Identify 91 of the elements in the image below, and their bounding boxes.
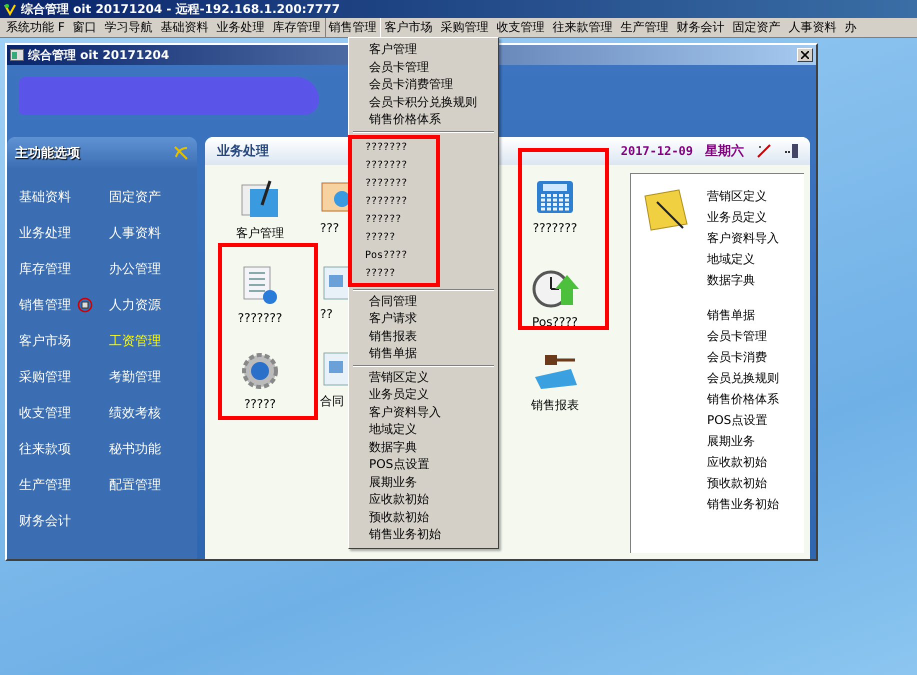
function-link[interactable]: 营销区定义 [707,186,779,207]
shortcut-label[interactable]: Pos???? [532,315,578,329]
function-link[interactable]: 销售单据 [707,305,779,326]
function-link[interactable]: 应收款初始 [707,452,779,473]
sidebar-item[interactable]: 配置管理 [109,476,161,494]
function-link[interactable]: POS点设置 [707,410,779,431]
menu-entry[interactable]: POS点设置 [351,456,496,474]
sidebar-item[interactable]: 业务处理 [19,224,71,242]
panel-title: 业务处理 [217,143,269,160]
menu-entry[interactable]: 数据字典 [351,438,496,456]
function-link[interactable]: 客户资料导入 [707,228,779,249]
menu-item[interactable]: 学习导航 [100,18,157,37]
menu-item[interactable]: 固定资产 [728,18,785,37]
menu-entry[interactable]: ????? [352,228,436,246]
function-link[interactable]: 数据字典 [707,270,779,291]
menu-entry[interactable]: 销售报表 [351,328,496,345]
menu-entry[interactable]: ??????? [352,174,436,192]
shortcut-label[interactable]: 客户管理 [236,225,284,242]
function-link[interactable]: 销售业务初始 [707,494,779,515]
menu-entry[interactable]: 应收款初始 [351,491,496,508]
sidebar-item[interactable]: 绩效考核 [109,404,161,422]
menu-entry[interactable]: ?????? [352,210,436,228]
menu-entry[interactable]: 业务员定义 [351,386,496,404]
function-link[interactable]: 会员兑换规则 [707,368,779,389]
menu-entry[interactable]: 展期业务 [351,474,496,491]
menu-item[interactable]: 库存管理 [268,18,325,37]
menu-item[interactable]: 采购管理 [436,18,493,37]
sidebar-item[interactable]: 生产管理 [19,476,71,494]
shortcut-label[interactable]: ??????? [238,311,282,325]
weekday-text: 星期六 [705,142,744,160]
menu-item[interactable]: 往来款管理 [548,18,617,37]
sidebar-item[interactable]: 往来款项 [19,440,71,458]
menu-entry[interactable]: 客户管理 [351,41,496,58]
inner-window-title: 综合管理 oit 20171204 [28,46,170,64]
menu-item[interactable]: 客户市场 [380,18,437,37]
function-link[interactable]: 会员卡管理 [707,326,779,347]
function-link[interactable]: 业务员定义 [707,207,779,228]
function-link[interactable]: 地域定义 [707,249,779,270]
sidebar-item[interactable]: 工资管理 [109,332,161,350]
shortcut-label[interactable]: 合同 [320,393,344,410]
menu-item[interactable]: 窗口 [68,18,101,37]
menu-item[interactable]: 财务会计 [672,18,729,37]
menu-entry[interactable]: 客户资料导入 [351,404,496,421]
function-link[interactable]: 会员卡消费 [707,347,779,368]
sidebar-item[interactable]: 办公管理 [109,260,161,278]
menu-entry[interactable]: Pos???? [352,246,436,264]
menu-entry[interactable]: 会员卡管理 [351,58,496,76]
menu-item[interactable]: 办 [840,18,861,37]
menu-entry[interactable]: 会员卡积分兑换规则 [351,94,496,111]
sidebar-item[interactable]: 基础资料 [19,188,71,206]
menu-entry[interactable]: 客户请求 [351,310,496,328]
sidebar-item[interactable]: 考勤管理 [109,368,161,386]
menu-entry[interactable]: 销售单据 [351,345,496,362]
sidebar-item[interactable]: 收支管理 [19,404,71,422]
menu-item[interactable]: 收支管理 [492,18,549,37]
menu-entry[interactable]: 地域定义 [351,421,496,438]
shortcut-label[interactable]: ?? [320,307,333,321]
menu-entry[interactable]: 合同管理 [351,292,496,310]
function-link[interactable]: 销售价格体系 [707,389,779,410]
sidebar-item[interactable]: 财务会计 [19,512,71,530]
menu-entry[interactable]: 销售价格体系 [351,111,496,128]
window-title: 综合管理 oit 20171204 - 远程-192.168.1.200:7777 [21,0,340,18]
menu-entry[interactable]: 会员卡消费管理 [351,76,496,94]
menu-entry[interactable]: ??????? [352,138,436,156]
menu-entry[interactable]: ??????? [352,192,436,210]
sidebar-item[interactable]: 固定资产 [109,188,161,206]
sidebar-item[interactable]: 客户市场 [19,332,71,350]
sidebar-item[interactable]: 人事资料 [109,224,161,242]
menu-entry[interactable]: 销售业务初始 [351,526,496,544]
menu-item[interactable]: 系统功能 F [2,18,69,37]
shortcut-label[interactable]: 销售报表 [531,397,579,414]
date-text: 2017-12-09 [620,144,693,158]
menu-item[interactable]: 基础资料 [156,18,213,37]
sidebar-item[interactable]: 人力资源 [109,296,161,314]
menu-entry[interactable]: 营销区定义 [351,368,496,386]
menu-entry[interactable]: ????? [352,264,436,282]
sidebar-title: 主功能选项 [15,144,80,162]
menu-item[interactable]: 业务处理 [212,18,269,37]
menu-item[interactable]: 生产管理 [616,18,673,37]
menu-entry[interactable]: 预收款初始 [351,508,496,526]
sidebar-item[interactable]: 秘书功能 [109,440,161,458]
shortcut-label[interactable]: ??????? [532,221,578,235]
menu-item[interactable]: 人事资料 [784,18,841,37]
sidebar-item[interactable]: 采购管理 [19,368,71,386]
function-link[interactable]: 展期业务 [707,431,779,452]
sidebar-item[interactable]: 库存管理 [19,260,71,278]
shortcut-label[interactable]: ????? [244,397,276,411]
sidebar-item[interactable]: 销售管理 [19,296,71,314]
function-link[interactable]: 预收款初始 [707,473,779,494]
shortcut-label[interactable]: ??? [320,221,340,235]
menu-entry[interactable]: ??????? [352,156,436,174]
